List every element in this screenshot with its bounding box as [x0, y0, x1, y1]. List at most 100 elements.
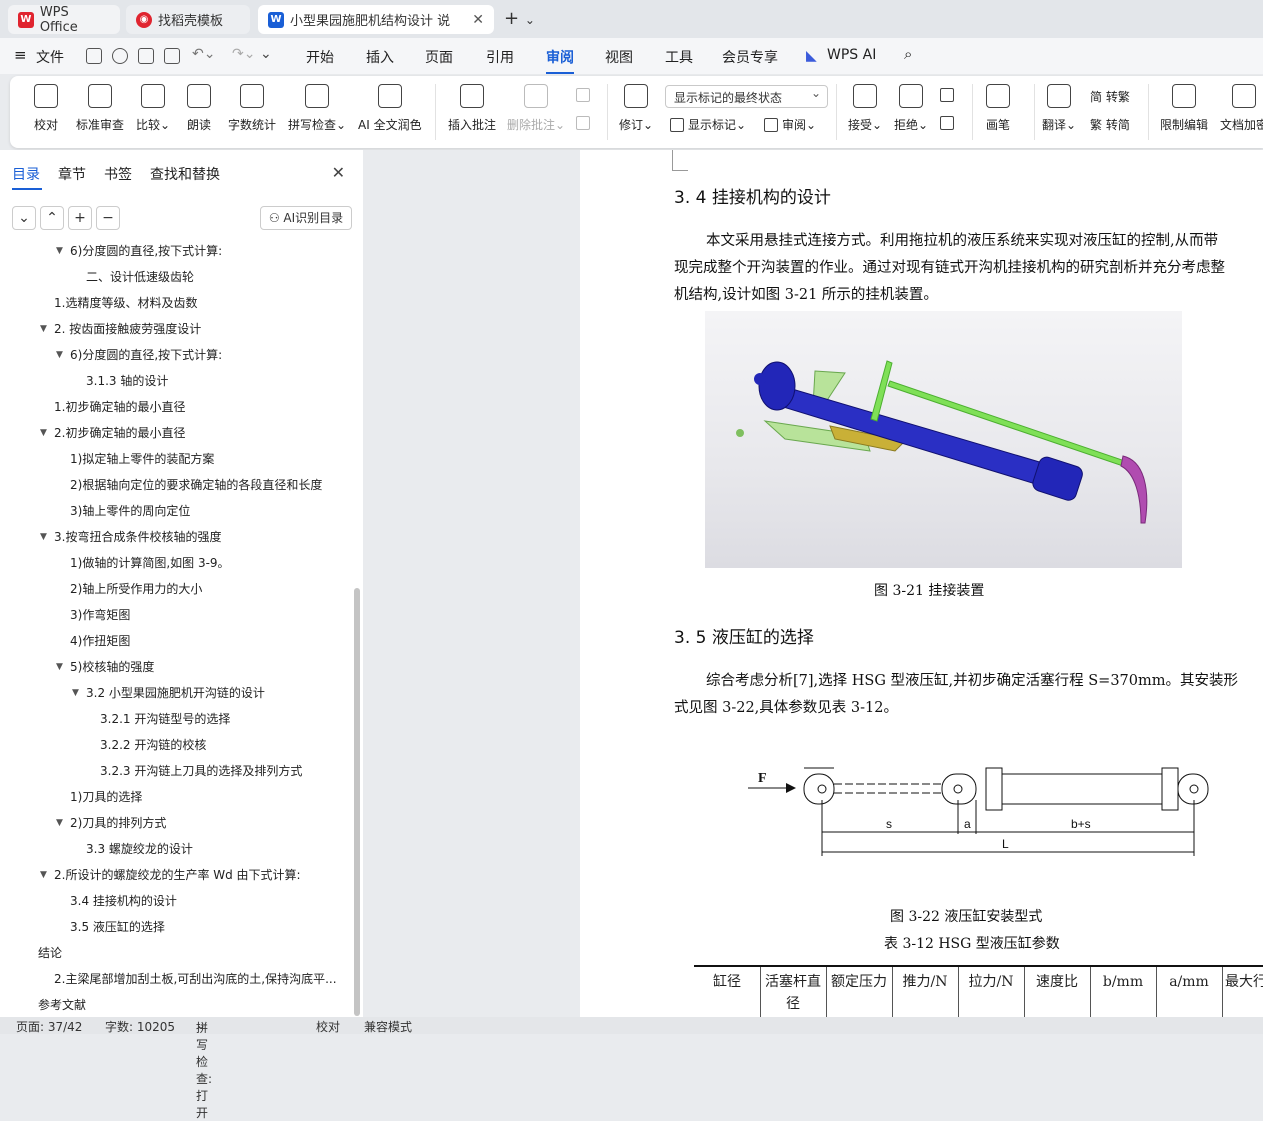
menu-reference[interactable]: 引用 [486, 47, 514, 67]
toc-item[interactable]: 2)轴上所受作用力的大小 [70, 576, 202, 602]
new-tab-icon[interactable]: + ⌄ [504, 8, 535, 29]
tab-wps-office[interactable]: W WPS Office [8, 5, 120, 35]
toc-item[interactable]: 3.3 螺旋绞龙的设计 [86, 836, 193, 862]
toc-item[interactable]: ▼ 6)分度圆的直径,按下式计算: [56, 342, 222, 368]
review-pane-button[interactable]: 审阅 ⌄ [764, 116, 816, 133]
toc-item[interactable]: 3.2.1 开沟链型号的选择 [100, 706, 230, 732]
toc-item[interactable]: ▼ 5)校核轴的强度 [56, 654, 154, 680]
prev-comment-icon[interactable] [576, 88, 594, 102]
ai-polish-button[interactable]: AI 全文润色 [358, 84, 422, 133]
delete-comment-button[interactable]: 删除批注⌄ [507, 84, 565, 133]
expand-arrow-icon[interactable]: ▼ [40, 420, 47, 446]
toc-item[interactable]: ▼ 2.所设计的螺旋绞龙的生产率 Wd 由下式计算: [40, 862, 301, 888]
show-markup-button[interactable]: 显示标记 ⌄ [670, 116, 746, 133]
save-icon[interactable] [86, 48, 102, 64]
undo-icon[interactable]: ↶⌄ [192, 46, 215, 62]
expand-arrow-icon[interactable]: ▼ [56, 810, 63, 836]
toc-item[interactable]: 1.初步确定轴的最小直径 [54, 394, 185, 420]
toc-item[interactable]: ▼ 3.按弯扭合成条件校核轴的强度 [40, 524, 221, 550]
toc-item[interactable]: 3.1.3 轴的设计 [86, 368, 168, 394]
tab-bookmark[interactable]: 书签 [104, 164, 132, 184]
menu-tools[interactable]: 工具 [665, 47, 693, 67]
toc-item[interactable]: 2)根据轴向定位的要求确定轴的各段直径和长度 [70, 472, 322, 498]
next-comment-icon[interactable] [576, 116, 594, 130]
spell-status[interactable]: 拼写检查: 打开 ⌄ [196, 1018, 212, 1120]
standard-review-button[interactable]: 标准审查 [76, 84, 124, 133]
hamburger-icon[interactable]: ≡ [14, 46, 27, 64]
close-icon[interactable]: ✕ [472, 12, 484, 28]
compare-button[interactable]: 比较⌄ [136, 84, 170, 133]
add-icon[interactable]: + [68, 206, 92, 230]
expand-arrow-icon[interactable]: ▼ [40, 524, 47, 550]
reject-button[interactable]: 拒绝⌄ [894, 84, 928, 133]
toc-item[interactable]: 3.2.2 开沟链的校核 [100, 732, 206, 758]
tab-document[interactable]: W 小型果园施肥机结构设计 说明 ✕ [258, 5, 494, 34]
menu-insert[interactable]: 插入 [366, 47, 394, 67]
toc-item[interactable]: 1)做轴的计算简图,如图 3-9。 [70, 550, 230, 576]
toc-item[interactable]: ▼ 3.2 小型果园施肥机开沟链的设计 [72, 680, 265, 706]
tab-toc[interactable]: 目录 [12, 164, 40, 184]
expand-arrow-icon[interactable]: ▼ [56, 240, 63, 264]
toc-item[interactable]: 4)作扭矩图 [70, 628, 130, 654]
expand-arrow-icon[interactable]: ▼ [40, 862, 47, 888]
menu-wps-ai[interactable]: WPS AI [827, 47, 876, 63]
print-icon[interactable] [138, 48, 154, 64]
menu-view[interactable]: 视图 [605, 47, 633, 67]
display-state-select[interactable]: 显示标记的最终状态 [665, 85, 828, 108]
read-aloud-button[interactable]: 朗读 [187, 84, 211, 133]
word-count[interactable]: 字数: 10205 [105, 1018, 175, 1035]
spell-check-button[interactable]: 拼写检查⌄ [288, 84, 346, 133]
expand-down-icon[interactable]: ⌄ [12, 206, 36, 230]
toc-item[interactable]: 结论 [38, 940, 62, 966]
toc-item[interactable]: 参考文献 [38, 992, 86, 1014]
pen-button[interactable]: 画笔 [986, 84, 1010, 133]
page-indicator[interactable]: 页面: 37/42 [16, 1018, 82, 1035]
toc-item[interactable]: 3.4 挂接机构的设计 [70, 888, 177, 914]
expand-arrow-icon[interactable]: ▼ [56, 654, 63, 680]
menu-review[interactable]: 审阅 [546, 47, 574, 74]
expand-arrow-icon[interactable]: ▼ [56, 342, 63, 368]
to-simplified-button[interactable]: 繁 转简 [1090, 116, 1130, 133]
restrict-edit-button[interactable]: 限制编辑 [1160, 84, 1208, 133]
toc-item[interactable]: 1.选精度等级、材料及齿数 [54, 290, 197, 316]
toc-item[interactable]: ▼ 2.初步确定轴的最小直径 [40, 420, 185, 446]
close-icon[interactable]: ✕ [332, 163, 345, 182]
tab-template[interactable]: ◉ 找稻壳模板 [126, 5, 250, 34]
menu-page[interactable]: 页面 [425, 47, 453, 67]
proof-button[interactable]: 校对 [34, 84, 58, 133]
redo-icon[interactable]: ↷⌄ [232, 46, 255, 62]
tab-chapter[interactable]: 章节 [58, 164, 86, 184]
accept-button[interactable]: 接受⌄ [848, 84, 882, 133]
encrypt-button[interactable]: 文档加密 [1220, 84, 1263, 133]
toc-item[interactable]: 2.主梁尾部增加刮土板,可刮出沟底的土,保持沟底平... [54, 966, 337, 992]
menu-file[interactable]: 文件 [36, 47, 64, 67]
proof-status[interactable]: 校对 [316, 1018, 340, 1035]
toc-item[interactable]: ▼ 6)分度圆的直径,按下式计算: [56, 240, 222, 264]
expand-arrow-icon[interactable]: ▼ [72, 680, 79, 706]
more-icon[interactable]: ⌄ [260, 46, 272, 62]
insert-comment-button[interactable]: 插入批注 [448, 84, 496, 133]
collapse-up-icon[interactable]: ⌃ [40, 206, 64, 230]
toc-item[interactable]: 3.2.3 开沟链上刀具的选择及排列方式 [100, 758, 302, 784]
expand-arrow-icon[interactable]: ▼ [40, 316, 47, 342]
next-change-icon[interactable] [940, 116, 958, 130]
toc-item[interactable]: ▼ 2)刀具的排列方式 [56, 810, 166, 836]
toc-item[interactable]: 1)刀具的选择 [70, 784, 142, 810]
toc-item[interactable]: 3)作弯矩图 [70, 602, 130, 628]
scrollbar[interactable] [354, 588, 360, 1016]
toc-item[interactable]: 3.5 液压缸的选择 [70, 914, 165, 940]
toc-item[interactable]: 3)轴上零件的周向定位 [70, 498, 190, 524]
toc-item[interactable]: 二、设计低速级齿轮 [86, 264, 194, 290]
menu-start[interactable]: 开始 [306, 47, 334, 67]
print-preview-icon[interactable] [164, 48, 180, 64]
to-traditional-button[interactable]: 简 转繁 [1090, 88, 1130, 105]
prev-change-icon[interactable] [940, 88, 958, 102]
tab-find-replace[interactable]: 查找和替换 [150, 164, 220, 184]
ai-toc-button[interactable]: ⚇ AI识别目录 [260, 206, 352, 230]
search-icon[interactable]: ⌕ [904, 45, 912, 63]
menu-member[interactable]: 会员专享 [722, 47, 778, 67]
toc-item[interactable]: ▼ 2. 按齿面接触疲劳强度设计 [40, 316, 201, 342]
track-changes-button[interactable]: 修订⌄ [619, 84, 653, 133]
toc-item[interactable]: 1)拟定轴上零件的装配方案 [70, 446, 214, 472]
share-icon[interactable] [112, 48, 128, 64]
